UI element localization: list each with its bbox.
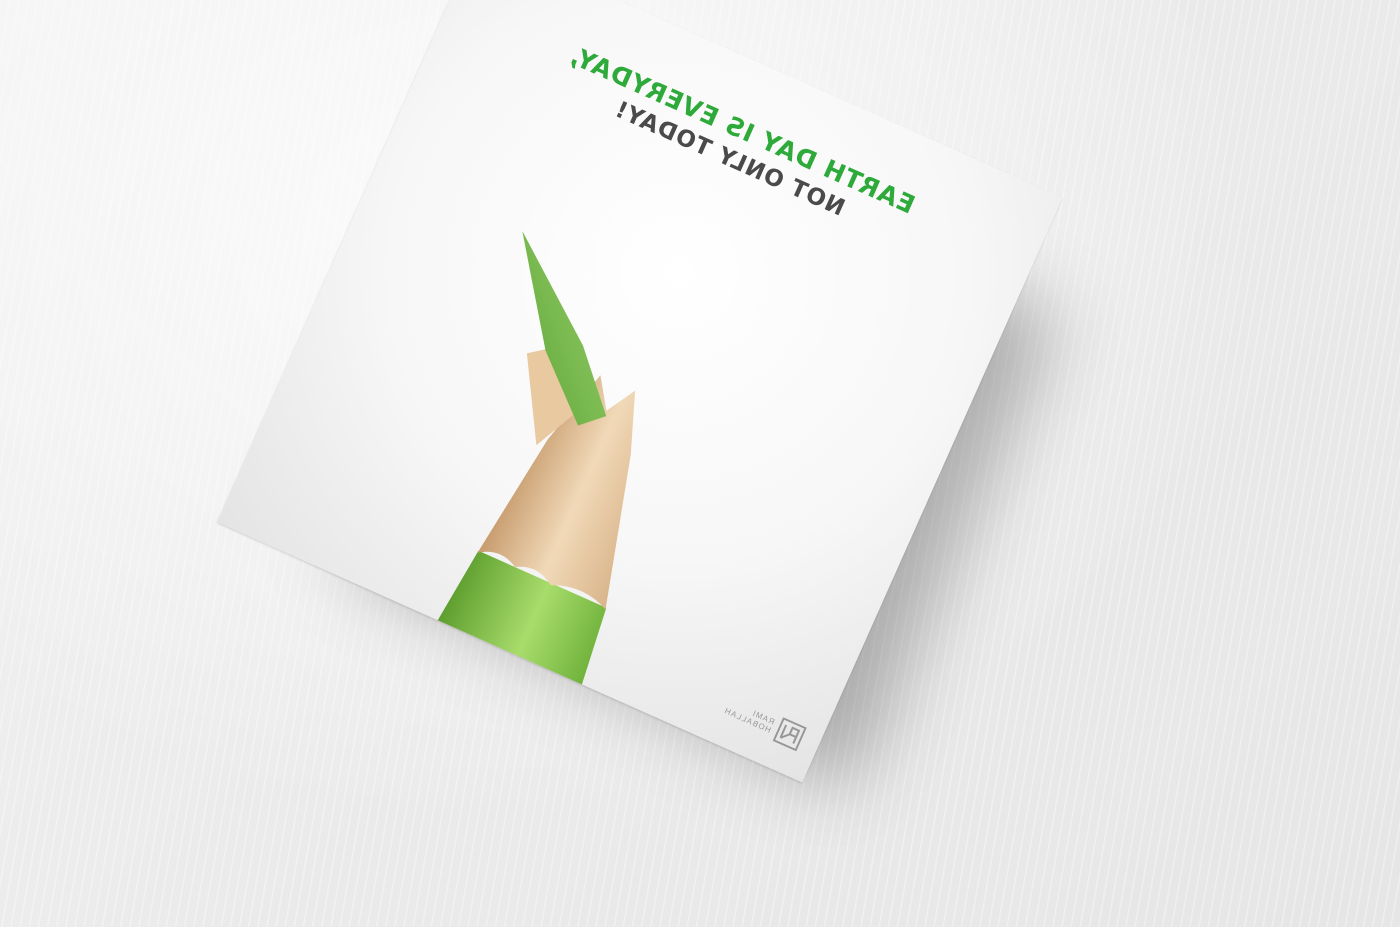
- rh-monogram-icon: [772, 717, 807, 752]
- logo-text: RAMI HOBALLAH: [722, 698, 776, 735]
- designer-logo: RAMI HOBALLAH: [721, 694, 807, 752]
